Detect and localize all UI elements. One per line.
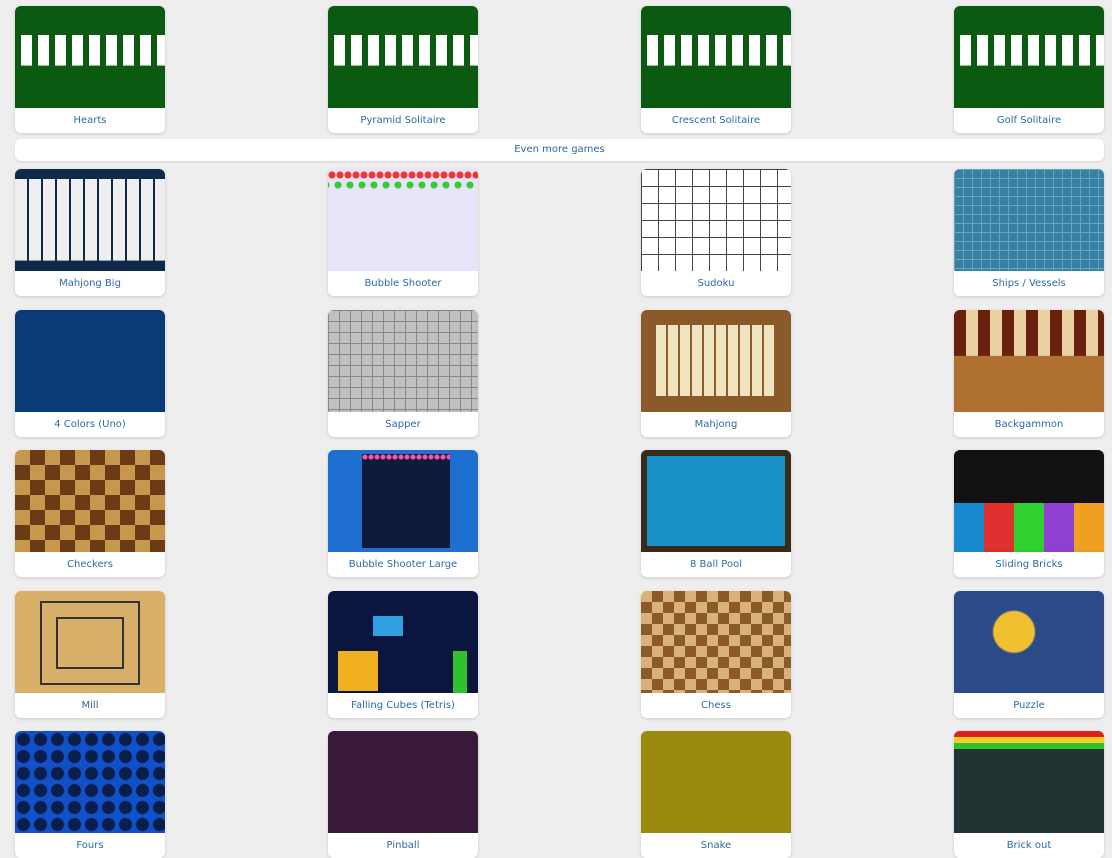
game-thumbnail[interactable] [15,591,165,693]
game-label[interactable]: Checkers [15,552,165,577]
game-label[interactable]: Puzzle [954,693,1104,718]
game-label[interactable]: Backgammon [954,412,1104,437]
game-card-8-ball-pool[interactable]: 8 Ball Pool [641,450,791,577]
game-label[interactable]: Bubble Shooter Large [328,552,478,577]
game-label[interactable]: Mahjong Big [15,271,165,296]
game-thumbnail[interactable] [954,591,1104,693]
game-thumbnail[interactable] [954,731,1104,833]
game-label[interactable]: Hearts [15,108,165,133]
even-more-games-button[interactable]: Even more games [15,139,1104,161]
game-thumbnail[interactable] [328,6,478,108]
game-thumbnail[interactable] [328,591,478,693]
game-thumbnail[interactable] [328,169,478,271]
game-label[interactable]: Mill [15,693,165,718]
game-label[interactable]: Crescent Solitaire [641,108,791,133]
game-label[interactable]: Sudoku [641,271,791,296]
game-thumbnail[interactable] [954,310,1104,412]
game-label[interactable]: Falling Cubes (Tetris) [328,693,478,718]
game-card-backgammon[interactable]: Backgammon [954,310,1104,437]
game-thumbnail[interactable] [641,450,791,552]
game-label[interactable]: Sapper [328,412,478,437]
game-thumbnail[interactable] [641,591,791,693]
game-card-pinball[interactable]: Pinball [328,731,478,858]
game-thumbnail[interactable] [15,6,165,108]
game-label[interactable]: Bubble Shooter [328,271,478,296]
game-row: Fours Pinball Snake Brick out [15,731,1104,858]
game-thumbnail[interactable] [15,310,165,412]
game-label[interactable]: Brick out [954,833,1104,858]
game-label[interactable]: Fours [15,833,165,858]
game-card-golf-solitaire[interactable]: Golf Solitaire [954,6,1104,133]
game-label[interactable]: Chess [641,693,791,718]
game-thumbnail[interactable] [954,169,1104,271]
game-label[interactable]: 4 Colors (Uno) [15,412,165,437]
game-label[interactable]: Ships / Vessels [954,271,1104,296]
game-card-brick-out[interactable]: Brick out [954,731,1104,858]
game-card-bubble-shooter-large[interactable]: Bubble Shooter Large [328,450,478,577]
game-card-ships-vessels[interactable]: Ships / Vessels [954,169,1104,296]
game-thumbnail[interactable] [15,450,165,552]
game-thumbnail[interactable] [954,6,1104,108]
game-row: 4 Colors (Uno) Sapper Mahjong Backgammon [15,310,1104,437]
game-row: Checkers Bubble Shooter Large 8 Ball Pool S… [15,450,1104,577]
game-label[interactable]: Mahjong [641,412,791,437]
game-label[interactable]: Snake [641,833,791,858]
game-card-snake[interactable]: Snake [641,731,791,858]
game-row: Mahjong Big Bubble Shooter Sudoku Ships / V… [15,169,1104,296]
game-label[interactable]: 8 Ball Pool [641,552,791,577]
game-row: Mill Falling Cubes (Tetris) Chess Puzzle [15,591,1104,718]
game-thumbnail[interactable] [641,310,791,412]
game-card-mahjong-big[interactable]: Mahjong Big [15,169,165,296]
game-label[interactable]: Pinball [328,833,478,858]
game-thumbnail[interactable] [641,731,791,833]
game-thumbnail[interactable] [15,731,165,833]
game-card-checkers[interactable]: Checkers [15,450,165,577]
game-thumbnail[interactable] [641,6,791,108]
game-card-mill[interactable]: Mill [15,591,165,718]
game-card-crescent-solitaire[interactable]: Crescent Solitaire [641,6,791,133]
game-card-pyramid-solitaire[interactable]: Pyramid Solitaire [328,6,478,133]
game-thumbnail[interactable] [15,169,165,271]
game-card-fours[interactable]: Fours [15,731,165,858]
game-thumbnail[interactable] [954,450,1104,552]
game-card-bubble-shooter[interactable]: Bubble Shooter [328,169,478,296]
game-card-hearts[interactable]: Hearts [15,6,165,133]
game-thumbnail[interactable] [328,310,478,412]
game-card-mahjong[interactable]: Mahjong [641,310,791,437]
game-card-4-colors-uno[interactable]: 4 Colors (Uno) [15,310,165,437]
game-label[interactable]: Golf Solitaire [954,108,1104,133]
game-card-sapper[interactable]: Sapper [328,310,478,437]
game-card-sliding-bricks[interactable]: Sliding Bricks [954,450,1104,577]
game-thumbnail[interactable] [328,731,478,833]
game-card-chess[interactable]: Chess [641,591,791,718]
game-card-falling-cubes-tetris[interactable]: Falling Cubes (Tetris) [328,591,478,718]
game-label[interactable]: Sliding Bricks [954,552,1104,577]
game-card-puzzle[interactable]: Puzzle [954,591,1104,718]
game-card-sudoku[interactable]: Sudoku [641,169,791,296]
game-label[interactable]: Pyramid Solitaire [328,108,478,133]
game-row: Hearts Pyramid Solitaire Crescent Solitair… [15,6,1104,133]
game-thumbnail[interactable] [328,450,478,552]
game-thumbnail[interactable] [641,169,791,271]
